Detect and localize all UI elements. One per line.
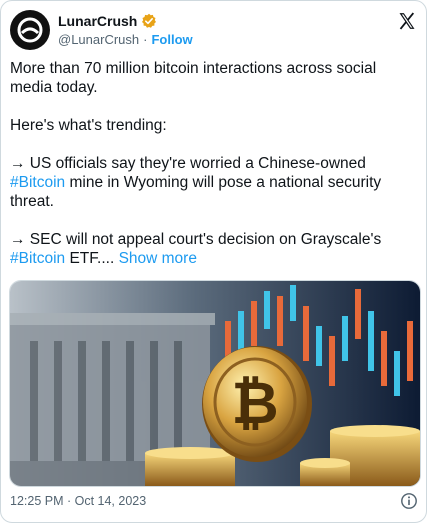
tweet-timestamp[interactable]: 12:25 PM · Oct 14, 2023 [10,494,146,508]
separator-dot: · [143,32,148,47]
svg-text:₿: ₿ [231,369,278,437]
trend-item-1-text: → US officials say they're worried a Chi… [10,155,366,172]
tweet-paragraph: → SEC will not appeal court's decision o… [10,230,410,268]
tweet-paragraph: → US officials say they're worried a Chi… [10,154,410,211]
author-handle-row: @LunarCrush · Follow [58,32,193,47]
verified-badge-icon [142,13,157,28]
hashtag-bitcoin-link[interactable]: #Bitcoin [10,250,65,267]
author-name[interactable]: LunarCrush [58,13,137,29]
info-icon[interactable] [400,492,418,510]
tweet-text: More than 70 million bitcoin interaction… [10,59,410,287]
lunarcrush-logo-icon [17,17,43,43]
author-avatar[interactable] [10,10,50,50]
tweet-paragraph: Here's what's trending: [10,116,410,135]
tweet-paragraph: More than 70 million bitcoin interaction… [10,59,410,97]
trend-item-1-text-end: mine in Wyoming will pose a national sec… [10,174,382,210]
author-name-row: LunarCrush [58,13,157,29]
bitcoin-federal-reserve-image: ₿ [10,281,420,486]
trend-item-2-text: → SEC will not appeal court's decision o… [10,231,382,248]
tweet-line-trending: Here's what's trending: [10,117,167,134]
trend-item-2-text-end: ETF.... [65,250,115,267]
tweet-image[interactable]: ₿ [9,280,421,487]
author-handle[interactable]: @LunarCrush [58,32,139,47]
tweet-line-intro: More than 70 million bitcoin interaction… [10,60,377,96]
tweet-card: LunarCrush @LunarCrush · Follow More tha… [0,0,427,523]
x-logo-icon[interactable] [397,11,417,31]
follow-button[interactable]: Follow [151,32,192,47]
show-more-link[interactable]: Show more [119,250,197,267]
hashtag-bitcoin-link[interactable]: #Bitcoin [10,174,65,191]
